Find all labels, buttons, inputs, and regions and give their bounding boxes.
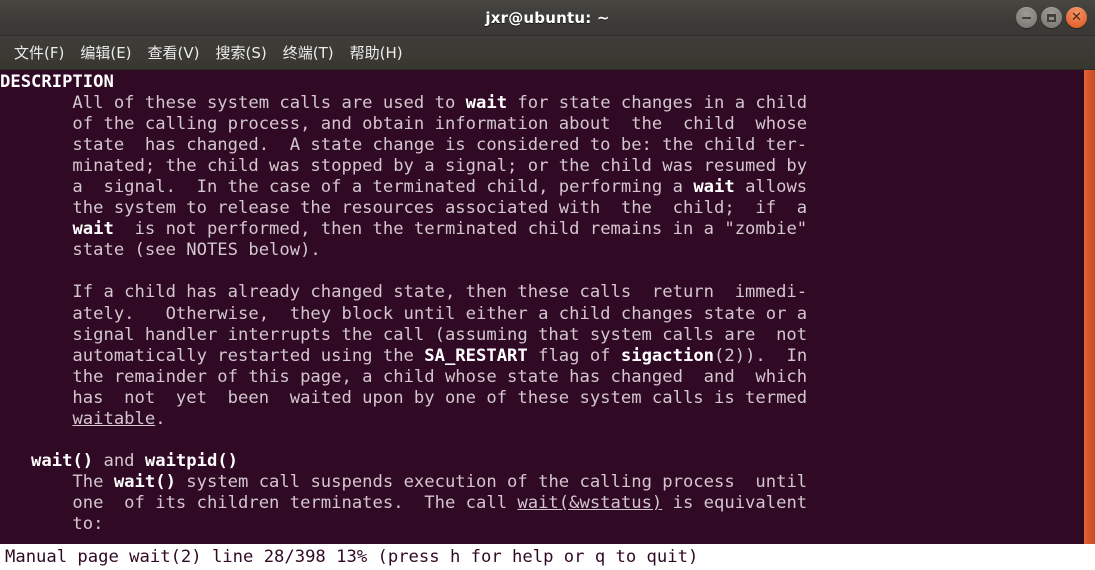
terminal-scrollbar[interactable] bbox=[1082, 70, 1095, 544]
window-controls: ✕ bbox=[1016, 0, 1087, 35]
man-page-line: signal handler interrupts the call (assu… bbox=[0, 324, 808, 345]
man-page-line: to: bbox=[0, 513, 104, 534]
terminal-window: jxr@ubuntu: ~ ✕ 文件(F) 编辑(E) 查看(V) 搜索(S) … bbox=[0, 0, 1095, 570]
man-page-line: wait is not performed, then the terminat… bbox=[72, 219, 808, 240]
menu-item-terminal[interactable]: 终端(T) bbox=[275, 39, 342, 66]
man-page-line: wait() and waitpid() bbox=[31, 450, 239, 471]
man-page-line: waitable. bbox=[72, 408, 166, 429]
maximize-icon bbox=[1047, 13, 1056, 22]
man-page-line: a signal. In the case of a terminated ch… bbox=[0, 177, 808, 198]
man-page-line: minated; the child was stopped by a sign… bbox=[0, 156, 808, 177]
man-page-line: ately. Otherwise, they block until eithe… bbox=[0, 303, 808, 324]
man-page-line: The wait() system call suspends executio… bbox=[0, 471, 808, 492]
menu-item-search[interactable]: 搜索(S) bbox=[208, 39, 275, 66]
pager-status-line: Manual page wait(2) line 28/398 13% (pre… bbox=[0, 544, 1095, 570]
man-page-line: If a child has already changed state, th… bbox=[0, 282, 808, 303]
man-page-line: the remainder of this page, a child whos… bbox=[0, 366, 808, 387]
scrollbar-thumb[interactable] bbox=[1084, 70, 1095, 544]
man-page-content: DESCRIPTION All of these system calls ar… bbox=[0, 70, 1082, 535]
menu-item-file[interactable]: 文件(F) bbox=[6, 39, 72, 66]
man-page-line: the system to release the resources asso… bbox=[0, 198, 808, 219]
man-page-line: state (see NOTES below). bbox=[0, 240, 321, 261]
menu-item-view[interactable]: 查看(V) bbox=[140, 39, 208, 66]
close-icon: ✕ bbox=[1071, 9, 1082, 25]
man-page-line bbox=[0, 261, 1082, 282]
window-title: jxr@ubuntu: ~ bbox=[485, 8, 610, 27]
man-page-line: of the calling process, and obtain infor… bbox=[0, 114, 808, 135]
close-button[interactable]: ✕ bbox=[1066, 7, 1087, 28]
menu-item-help[interactable]: 帮助(H) bbox=[342, 39, 411, 66]
minimize-icon bbox=[1022, 16, 1031, 19]
terminal-area: DESCRIPTION All of these system calls ar… bbox=[0, 70, 1095, 544]
man-page-line: DESCRIPTION bbox=[0, 72, 114, 92]
man-page-line: has not yet been waited upon by one of t… bbox=[0, 387, 808, 408]
menu-bar: 文件(F) 编辑(E) 查看(V) 搜索(S) 终端(T) 帮助(H) bbox=[0, 36, 1095, 70]
man-page-line: All of these system calls are used to wa… bbox=[0, 93, 808, 114]
maximize-button[interactable] bbox=[1041, 7, 1062, 28]
man-page-line: automatically restarted using the SA_RES… bbox=[0, 345, 808, 366]
menu-item-edit[interactable]: 编辑(E) bbox=[72, 39, 139, 66]
window-titlebar[interactable]: jxr@ubuntu: ~ ✕ bbox=[0, 0, 1095, 36]
man-page-line: one of its children terminates. The call… bbox=[0, 492, 808, 513]
man-page-line bbox=[0, 430, 1082, 451]
minimize-button[interactable] bbox=[1016, 7, 1037, 28]
man-page-line: state has changed. A state change is con… bbox=[0, 135, 808, 156]
terminal-screen[interactable]: DESCRIPTION All of these system calls ar… bbox=[0, 70, 1082, 544]
